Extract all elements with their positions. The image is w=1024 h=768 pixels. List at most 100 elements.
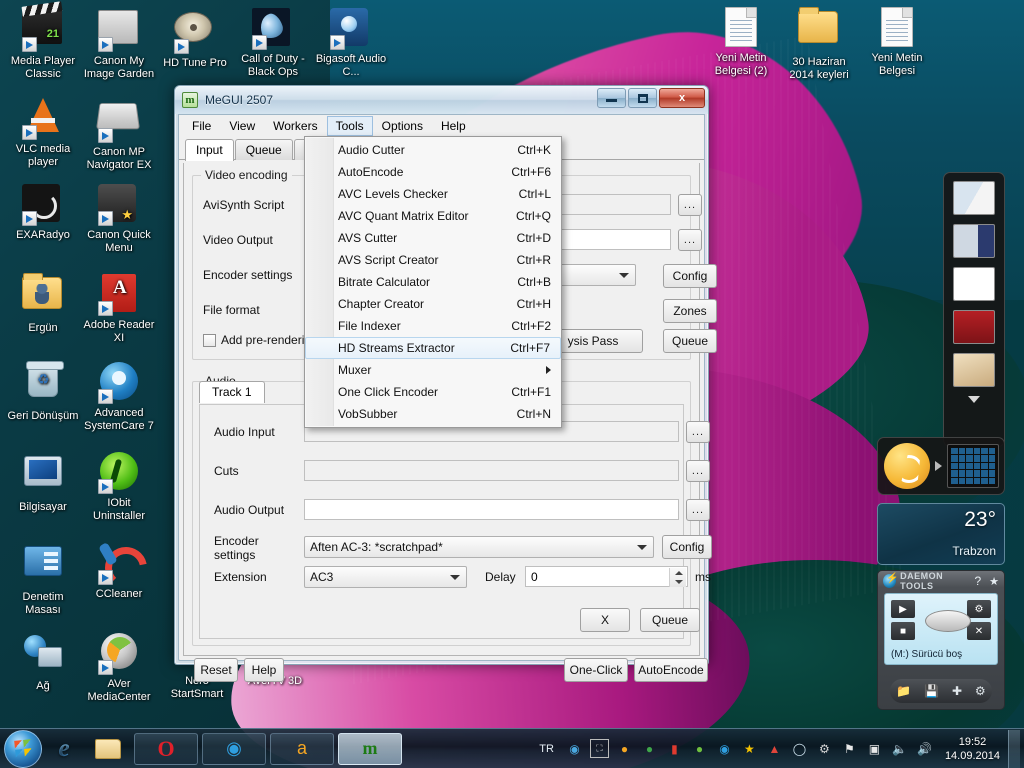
dt-settings-button[interactable]: ⚙ (967, 600, 991, 618)
dock-thumbnail-1[interactable] (953, 181, 995, 215)
taskbar-window-buttons[interactable]: O ◉ a m (130, 732, 402, 765)
system-tray[interactable]: TR ◉ ⛶ ● ● ▮ ● ◉ ★ ▲ ◯ ⚙ ⚑ ▣ 🔈 🔊 19:52 1… (539, 729, 1024, 768)
star-icon[interactable]: ★ (740, 739, 759, 758)
desktop-icon[interactable]: Ergün (4, 272, 82, 335)
avisynth-browse-button[interactable]: ... (678, 194, 702, 216)
tab-queue[interactable]: Queue (234, 139, 293, 160)
audio-delay-spinner[interactable] (669, 568, 686, 587)
menu-tools[interactable]: Tools (326, 115, 373, 136)
battery-icon[interactable]: ▮ (665, 739, 684, 758)
rss-icon[interactable]: ★ (989, 575, 999, 588)
desktop-icon[interactable]: Ağ (4, 630, 82, 693)
audio-input-browse-button[interactable]: ... (686, 421, 710, 443)
desktop-icon[interactable]: HD Tune Pro (156, 6, 234, 70)
desktop-icon[interactable]: Bilgisayar (4, 450, 82, 514)
dt-add-image-icon[interactable]: 💾 (924, 684, 939, 698)
menu-item-avc-levels-checker[interactable]: AVC Levels Checker Ctrl+L (305, 183, 561, 205)
menu-options[interactable]: Options (373, 116, 432, 136)
menu-item-one-click-encoder[interactable]: One Click Encoder Ctrl+F1 (305, 381, 561, 403)
dt-play-button[interactable]: ▶ (891, 600, 915, 618)
audio-encoder-settings-combo[interactable]: Aften AC-3: *scratchpad* (304, 536, 654, 558)
clock[interactable]: 19:52 14.09.2014 (945, 735, 1000, 763)
video-output-browse-button[interactable]: ... (678, 229, 702, 251)
menu-item-avs-cutter[interactable]: AVS Cutter Ctrl+D (305, 227, 561, 249)
gadget-photo-dock[interactable] (943, 172, 1005, 447)
audio-config-button[interactable]: Config (662, 535, 712, 559)
desktop-icon[interactable]: Canon My Image Garden (80, 6, 158, 81)
megui-title-bar[interactable]: m MeGUI 2507 x (175, 86, 708, 114)
dt-stop-button[interactable]: ■ (891, 622, 915, 640)
taskbar[interactable]: e O ◉ a m TR ◉ ⛶ ● ● ▮ ● ◉ ★ ▲ ◯ ⚙ ⚑ ▣ 🔈 🔊 … (0, 728, 1024, 768)
audio-queue-button[interactable]: Queue (640, 608, 700, 632)
taskbar-button-idm[interactable]: ◉ (202, 732, 266, 765)
desktop-icon[interactable]: IObit Uninstaller (80, 450, 158, 523)
quicklaunch-windows-explorer[interactable] (86, 730, 130, 768)
menu-item-avs-script-creator[interactable]: AVS Script Creator Ctrl+R (305, 249, 561, 271)
desktop-icon[interactable]: Yeni Metin Belgesi (858, 6, 936, 78)
desktop-icon[interactable]: Adobe Reader XI (80, 272, 158, 345)
menu-help[interactable]: Help (432, 116, 475, 136)
desktop-icon[interactable]: Canon Quick Menu (80, 182, 158, 255)
menu-workers[interactable]: Workers (264, 116, 326, 136)
volume-icon[interactable]: 🔊 (915, 739, 934, 758)
tools-dropdown-menu[interactable]: Audio Cutter Ctrl+K AutoEncode Ctrl+F6 AVC L… (304, 136, 562, 428)
dock-thumbnail-5[interactable] (953, 353, 995, 387)
menu-item-autoencode[interactable]: AutoEncode Ctrl+F6 (305, 161, 561, 183)
dt-device-icon[interactable]: ⚙ (975, 684, 986, 698)
chevron-right-icon[interactable] (935, 461, 942, 471)
video-config-button[interactable]: Config (663, 264, 717, 288)
desktop-icon[interactable]: Yeni Metin Belgesi (2) (702, 6, 780, 78)
tab-input[interactable]: Input (185, 139, 234, 161)
desktop-icon[interactable]: AVer MediaCenter (80, 630, 158, 704)
dt-add-icon[interactable]: ✚ (952, 684, 962, 698)
desktop-icon[interactable]: Denetim Masası (4, 540, 82, 617)
desktop-icon[interactable]: VLC media player (4, 94, 82, 169)
menu-item-bitrate-calculator[interactable]: Bitrate Calculator Ctrl+B (305, 271, 561, 293)
one-click-button[interactable]: One-Click (564, 658, 628, 682)
screen-capture-icon[interactable]: ⛶ (589, 739, 609, 758)
audio-output-browse-button[interactable]: ... (686, 499, 710, 521)
menu-item-vobsubber[interactable]: VobSubber Ctrl+N (305, 403, 561, 425)
zones-button[interactable]: Zones (663, 299, 717, 323)
daemon-tools-icon[interactable]: ◉ (715, 739, 734, 758)
help-button[interactable]: Help (244, 658, 284, 682)
desktop-icon[interactable]: Geri Dönüşüm (4, 360, 82, 423)
audio-cuts-field[interactable] (304, 460, 679, 481)
menu-file[interactable]: File (183, 116, 220, 136)
audio-cuts-browse-button[interactable]: ... (686, 460, 710, 482)
audio-output-field[interactable] (304, 499, 679, 520)
menu-view[interactable]: View (220, 116, 264, 136)
flag-icon[interactable]: ⚑ (840, 739, 859, 758)
idm-icon[interactable]: ● (640, 739, 659, 758)
taskbar-button-opera[interactable]: O (134, 732, 198, 765)
taskbar-button-megui[interactable]: m (338, 732, 402, 765)
network-share-icon[interactable]: ⚙ (815, 739, 834, 758)
display-icon[interactable]: ▣ (865, 739, 884, 758)
auto-encode-button[interactable]: AutoEncode (634, 658, 708, 682)
menu-item-hd-streams-extractor[interactable]: HD Streams Extractor Ctrl+F7 (305, 337, 561, 359)
avast-icon[interactable]: ● (615, 739, 634, 758)
kaspersky-icon[interactable]: ▲ (765, 739, 784, 758)
dock-thumbnail-2[interactable] (953, 224, 995, 258)
dock-thumbnail-3[interactable] (953, 267, 995, 301)
gadget-weather[interactable]: 23° Trabzon (877, 503, 1005, 565)
reset-button[interactable]: Reset (194, 658, 238, 682)
glary-icon[interactable]: ◉ (565, 739, 584, 758)
desktop-icon[interactable]: 30 Haziran 2014 keyleri (780, 6, 858, 82)
audio-x-button[interactable]: X (580, 608, 630, 632)
desktop-icon[interactable]: Call of Duty - Black Ops (234, 6, 312, 79)
help-icon[interactable]: ? (974, 574, 981, 588)
utorrent-icon[interactable]: ● (690, 739, 709, 758)
megui-menu-bar[interactable]: File View Workers Tools Options Help (179, 115, 704, 136)
start-button[interactable] (4, 729, 42, 768)
menu-item-chapter-creator[interactable]: Chapter Creator Ctrl+H (305, 293, 561, 315)
desktop-icon[interactable]: Advanced SystemCare 7 (80, 360, 158, 433)
desktop-icon[interactable]: Media Player Classic (4, 6, 82, 81)
add-prerendering-checkbox[interactable] (203, 334, 216, 347)
desktop-icon[interactable]: Canon MP Navigator EX (80, 94, 158, 172)
audio-extension-combo[interactable]: AC3 (304, 566, 467, 588)
audio-delay-input[interactable]: 0 (525, 566, 688, 587)
volume-mute-icon[interactable]: 🔈 (890, 739, 909, 758)
menu-item-file-indexer[interactable]: File Indexer Ctrl+F2 (305, 315, 561, 337)
menu-item-muxer[interactable]: Muxer (305, 359, 561, 381)
